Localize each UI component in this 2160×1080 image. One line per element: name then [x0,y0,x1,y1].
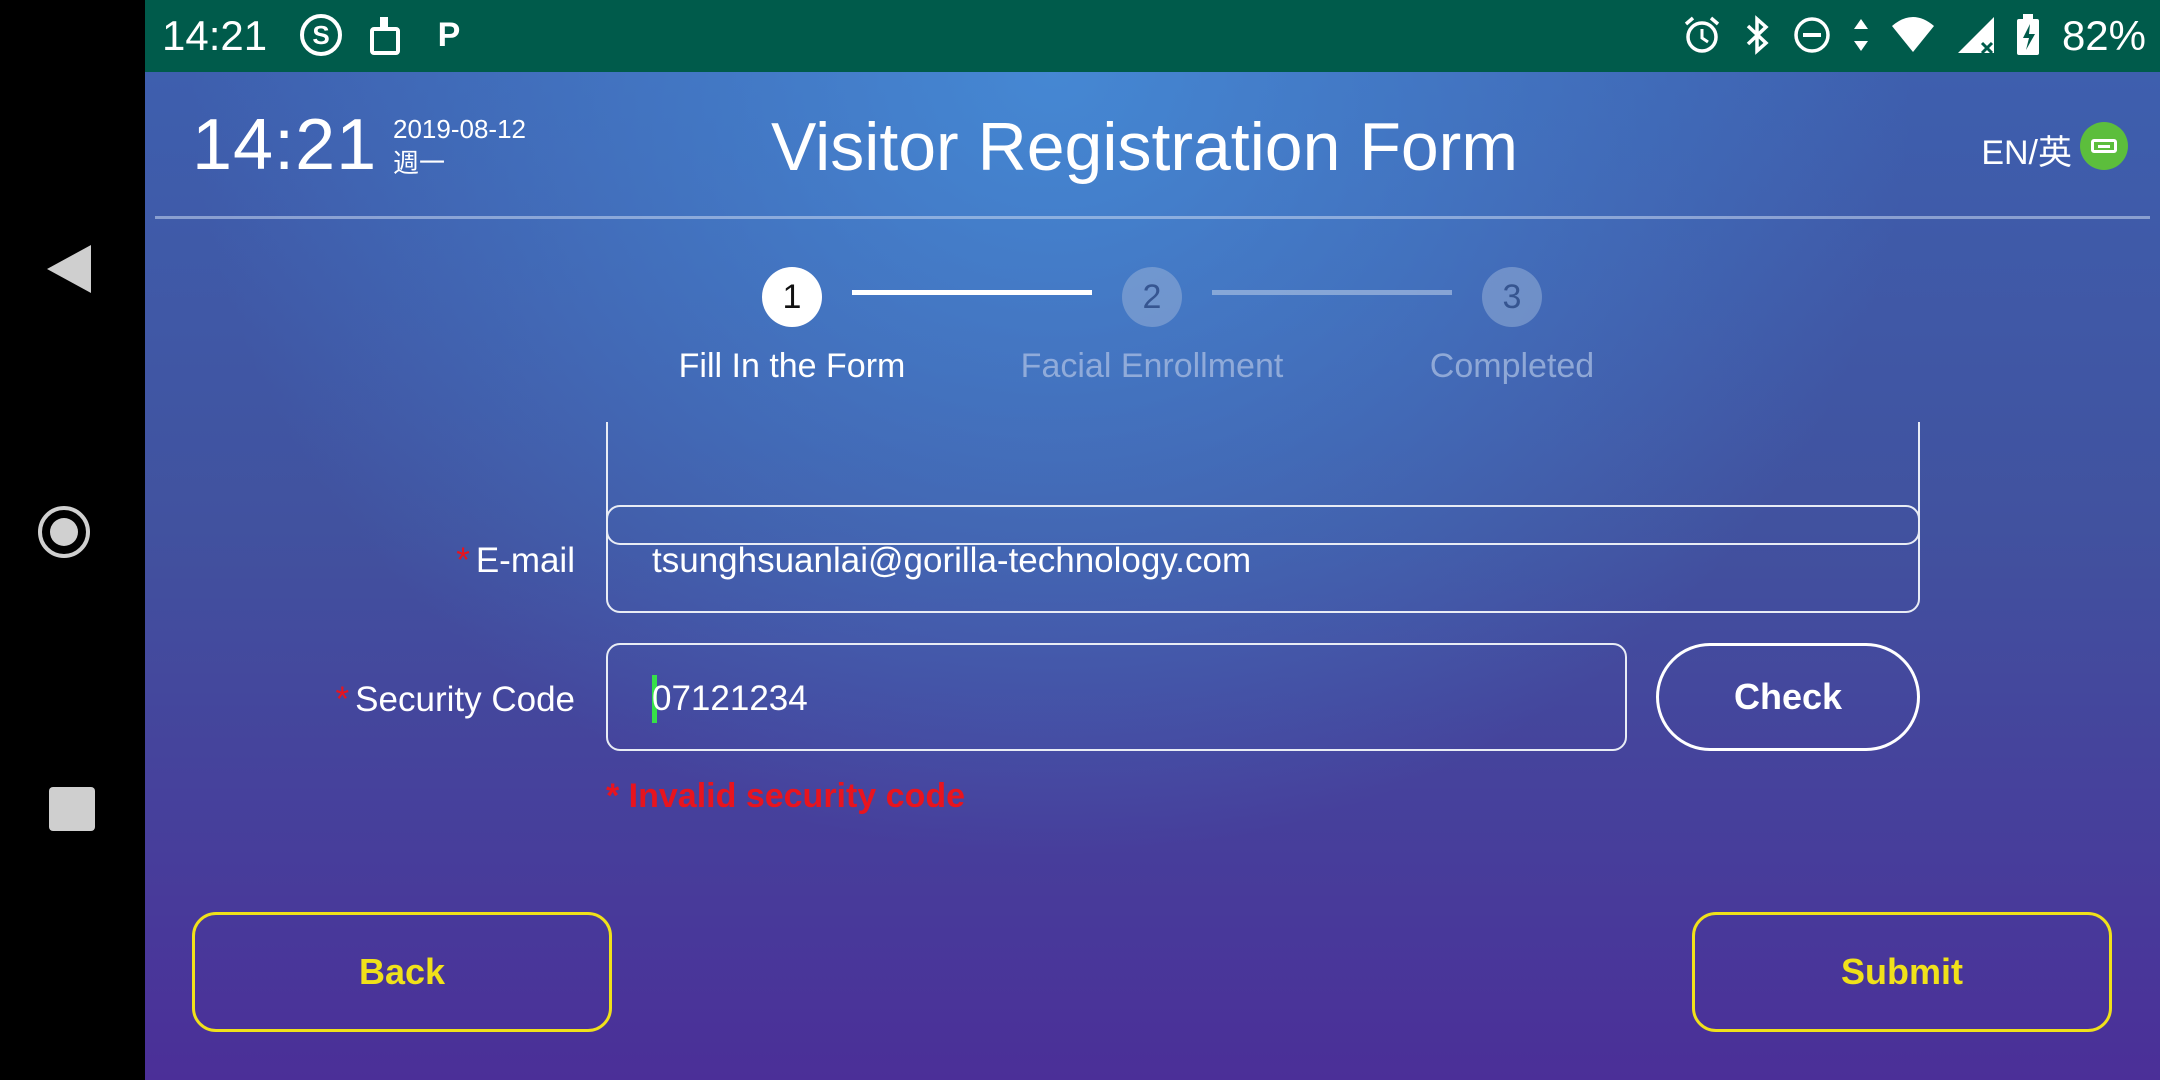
s-circle-icon: S [300,14,342,56]
battery-percent: 82% [2061,12,2146,59]
security-code-input[interactable]: 07121234 [606,643,1627,751]
step-connector-1 [852,290,1092,295]
security-code-label: * Security Code [335,680,575,719]
p-icon: P [437,15,461,54]
back-nav-icon[interactable] [47,245,91,293]
step-1-circle: 1 [762,267,822,327]
app-screen: 14:21 2019-08-12 週一 Visitor Registration… [145,72,2160,1080]
cleaner-icon [364,14,406,56]
step-1-label: Fill In the Form [678,347,906,385]
page-title: Visitor Registration Form [771,109,1518,185]
status-time: 14:21 [162,12,268,59]
header-divider [155,216,2150,219]
alarm-icon [1684,16,1720,53]
recents-nav-icon[interactable] [49,787,95,831]
dnd-icon [1794,17,1830,53]
wifi-icon [1892,17,1934,52]
step-connector-2 [1212,290,1452,295]
step-2-label: Facial Enrollment [1020,347,1284,385]
navigation-bar [0,0,145,1080]
step-2-circle: 2 [1122,267,1182,327]
language-toggle[interactable]: EN/英 [1981,125,2072,174]
email-value: tsunghsuanlai@gorilla-technology.com [652,541,1252,580]
bluetooth-icon [1746,15,1769,55]
data-arrows-icon [1854,19,1868,51]
battery-charging-icon [2017,14,2039,55]
step-3-label: Completed [1429,347,1595,385]
cellular-icon [1958,17,1994,55]
email-label: * E-mail [456,541,575,580]
step-3-circle: 3 [1482,267,1542,327]
security-code-value: 07121234 [652,679,808,718]
back-button[interactable]: Back [192,912,612,1032]
language-icon[interactable] [2080,122,2128,170]
check-button[interactable]: Check [1656,643,1920,751]
error-message: * Invalid security code [606,777,966,815]
email-input[interactable]: tsunghsuanlai@gorilla-technology.com [606,505,1920,613]
submit-button[interactable]: Submit [1692,912,2112,1032]
status-bar: 14:21 S P 82% [145,0,2160,72]
home-nav-icon[interactable] [38,506,90,558]
